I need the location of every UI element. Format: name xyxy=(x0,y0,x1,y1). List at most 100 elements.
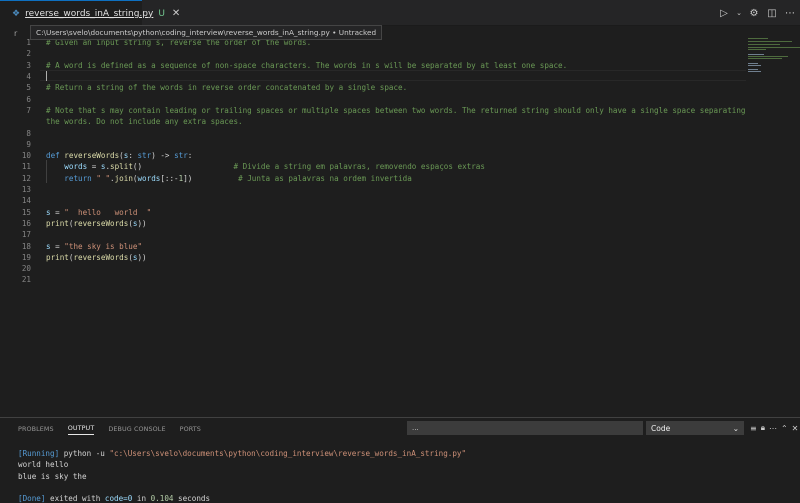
output-line: blue is sky the xyxy=(18,471,87,481)
output-filter-input[interactable]: ... xyxy=(407,421,643,435)
code-line[interactable]: 21 xyxy=(0,274,745,285)
code-token: = xyxy=(50,241,65,251)
code-token: () xyxy=(132,162,234,172)
line-number: 11 xyxy=(21,162,31,172)
clear-output-icon[interactable]: ≡ xyxy=(750,424,757,433)
code-editor[interactable]: 1 # Given an input string s, reverse the … xyxy=(0,36,746,416)
code-line[interactable]: 20 xyxy=(0,263,745,274)
code-token: )) xyxy=(137,252,147,262)
code-token: def xyxy=(46,151,65,161)
line-number: 9 xyxy=(26,139,31,149)
split-editor-icon[interactable]: ◫ xyxy=(766,8,778,19)
code-line[interactable]: 11 words = s.split() # Divide a string e… xyxy=(0,161,745,172)
line-number: 6 xyxy=(26,94,31,104)
code-token: = xyxy=(87,162,101,172)
code-token: [::- xyxy=(160,173,179,183)
tab-problems[interactable]: PROBLEMS xyxy=(18,425,54,433)
code-line[interactable]: 6 xyxy=(0,94,745,105)
minimap-line xyxy=(748,47,800,48)
code-token: )) xyxy=(137,218,147,228)
code-line[interactable]: 7 # Note that s may contain leading or tr… xyxy=(0,105,745,116)
minimap[interactable] xyxy=(746,36,800,416)
lock-icon[interactable]: 🔒︎ xyxy=(761,423,765,433)
line-number: 17 xyxy=(21,230,31,240)
code-line[interactable]: 3 # A word is defined as a sequence of no… xyxy=(0,60,745,71)
code-text: s = "the sky is blue" xyxy=(46,242,142,251)
code-text: return " ".join(words[::-1]) # Junta as … xyxy=(46,174,412,183)
tab-debug-console[interactable]: DEBUG CONSOLE xyxy=(108,425,165,433)
code-token: join xyxy=(114,173,133,183)
code-text: words = s.split() # Divide a string em p… xyxy=(46,162,485,171)
code-text: # Return a string of the words in revers… xyxy=(46,83,407,92)
code-token: # A word is defined as a sequence of non… xyxy=(46,60,568,70)
code-text: the words. Do not include any extra spac… xyxy=(46,117,243,126)
output-log[interactable]: [Running] python -u "c:\Users\svelo\docu… xyxy=(18,448,466,503)
code-line[interactable]: 15 s = " hello world " xyxy=(0,207,745,218)
panel-actions: ≡ 🔒︎ ⋯ ⌃ ✕ xyxy=(750,421,798,435)
run-command: python -u xyxy=(59,449,110,458)
code-token: return xyxy=(64,173,92,183)
code-text: def reverseWords(s: str) -> str: xyxy=(46,151,192,160)
tab-output[interactable]: OUTPUT xyxy=(67,424,95,435)
line-number: 16 xyxy=(21,218,31,228)
close-icon[interactable]: ✕ xyxy=(172,8,180,19)
code-line[interactable]: 16 print(reverseWords(s)) xyxy=(0,218,745,229)
code-token: ]) xyxy=(183,173,239,183)
minimap-line xyxy=(748,71,761,72)
line-number: 1 xyxy=(26,38,31,48)
code-token: the words. Do not include any extra spac… xyxy=(46,117,243,127)
code-line[interactable]: 8 xyxy=(0,127,745,138)
run-dropdown-icon[interactable]: ⌄ xyxy=(736,9,742,17)
code-token: words xyxy=(64,162,88,172)
done-text: seconds xyxy=(173,494,211,503)
line-number: 18 xyxy=(21,241,31,251)
code-line[interactable]: 18 s = "the sky is blue" xyxy=(0,240,745,251)
code-line[interactable]: 12 return " ".join(words[::-1]) # Junta … xyxy=(0,173,745,184)
more-icon[interactable]: ⋯ xyxy=(784,8,796,19)
output-channel-value: Code xyxy=(651,423,671,433)
code-line[interactable]: 19 print(reverseWords(s)) xyxy=(0,252,745,263)
minimap-line xyxy=(748,49,766,50)
code-token: = xyxy=(50,207,65,217)
code-token: reverseWords xyxy=(73,252,129,262)
code-line[interactable]: 5 # Return a string of the words in rever… xyxy=(0,82,745,93)
code-token: : xyxy=(187,151,193,161)
more-icon[interactable]: ⋯ xyxy=(769,424,777,433)
run-icon[interactable]: ▷ xyxy=(718,8,730,19)
minimap-line xyxy=(748,38,768,39)
code-line[interactable]: 13 xyxy=(0,184,745,195)
minimap-line xyxy=(748,44,780,45)
code-token: print xyxy=(46,218,69,228)
code-line[interactable]: 14 xyxy=(0,195,745,206)
code-line[interactable]: 4 xyxy=(0,71,745,82)
tab-reverse-words[interactable]: ❖ reverse_words_inA_string.py U ✕ xyxy=(0,0,180,26)
line-number: 7 xyxy=(26,105,31,115)
code-line[interactable]: 17 xyxy=(0,229,745,240)
elapsed-time: 0.104 xyxy=(150,494,174,503)
tab-ports[interactable]: PORTS xyxy=(180,425,201,433)
python-file-icon: ❖ xyxy=(12,8,21,19)
code-line[interactable]: 10 def reverseWords(s: str) -> str: xyxy=(0,150,745,161)
settings-icon[interactable]: ⚙ xyxy=(748,8,760,19)
code-line[interactable]: 9 xyxy=(0,139,745,150)
code-line[interactable]: the words. Do not include any extra spac… xyxy=(0,116,745,127)
line-number: 12 xyxy=(21,173,31,183)
close-icon[interactable]: ✕ xyxy=(792,424,799,433)
line-number: 21 xyxy=(21,275,31,285)
done-text: in xyxy=(132,494,151,503)
code-token: str xyxy=(137,151,152,161)
line-number: 14 xyxy=(21,196,31,206)
maximize-icon[interactable]: ⌃ xyxy=(781,424,788,433)
output-line: world hello xyxy=(18,460,69,470)
tab-filename: reverse_words_inA_string.py xyxy=(25,8,154,19)
minimap-line xyxy=(748,56,788,57)
code-text: s = " hello world " xyxy=(46,208,151,217)
code-line[interactable]: 2 xyxy=(0,48,745,59)
code-token: str xyxy=(174,151,188,161)
code-token: # Junta as palavras na ordem invertida xyxy=(238,173,412,183)
output-channel-select[interactable]: Code ⌄ xyxy=(646,421,744,435)
run-tag: [Running] xyxy=(18,449,60,458)
code-token: reverseWords xyxy=(64,151,120,161)
